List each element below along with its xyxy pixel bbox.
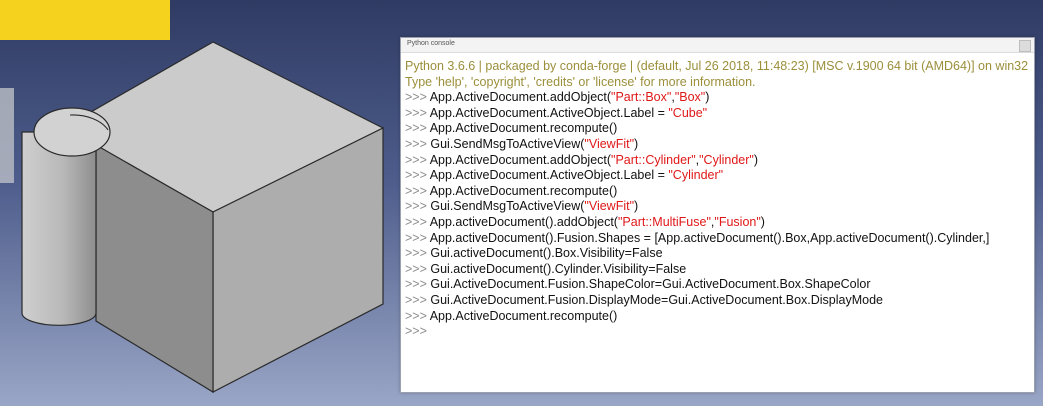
prompt-marker: >>> [405, 168, 430, 183]
code-token: App.ActiveDocument.recompute() [429, 183, 618, 198]
string-literal: "Cube" [668, 105, 708, 120]
console-command-line: >>> App.ActiveDocument.ActiveObject.Labe… [405, 168, 1030, 184]
console-command-line: >>> App.ActiveDocument.addObject("Part::… [405, 153, 1030, 169]
console-command-line: >>> App.ActiveDocument.recompute() [405, 309, 1030, 325]
prompt-marker: >>> [405, 277, 431, 292]
console-output[interactable]: Python 3.6.6 | packaged by conda-forge |… [401, 53, 1034, 340]
code-token: ) [634, 136, 639, 151]
string-literal: "Box" [674, 90, 706, 105]
console-banner-line: Python 3.6.6 | packaged by conda-forge |… [405, 59, 1030, 75]
code-token: Gui.ActiveDocument.Fusion.ShapeColor=Gui… [430, 277, 871, 292]
console-banner-line: Type 'help', 'copyright', 'credits' or '… [405, 75, 1030, 91]
banner-text: Python 3.6.6 | packaged by conda-forge |… [405, 59, 1029, 73]
code-token: App.ActiveDocument.addObject( [429, 152, 612, 167]
code-token: ) [760, 214, 765, 229]
console-command-line: >>> Gui.activeDocument().Cylinder.Visibi… [405, 262, 1030, 278]
code-token: Gui.activeDocument().Box.Visibility=Fals… [430, 246, 663, 261]
code-token: App.ActiveDocument.ActiveObject.Label = [429, 105, 669, 120]
code-token: Gui.activeDocument().Cylinder.Visibility… [430, 261, 687, 276]
code-token: ) [705, 90, 710, 105]
code-token: App.ActiveDocument.recompute() [429, 308, 618, 323]
string-literal: "ViewFit" [584, 199, 635, 214]
string-literal: "Fusion" [714, 214, 761, 229]
prompt-marker: >>> [405, 246, 431, 261]
code-token: ) [634, 199, 639, 214]
console-command-line: >>> Gui.activeDocument().Box.Visibility=… [405, 246, 1030, 262]
code-token: App.activeDocument().addObject( [429, 214, 618, 229]
string-literal: "Part::MultiFuse" [617, 214, 711, 229]
console-command-line: >>> App.ActiveDocument.addObject("Part::… [405, 90, 1030, 106]
string-literal: "Part::Cylinder" [611, 152, 696, 167]
prompt-marker: >>> [405, 199, 431, 214]
code-token: Gui.SendMsgToActiveView( [430, 136, 585, 151]
prompt-marker: >>> [405, 261, 431, 276]
prompt-marker: >>> [405, 292, 431, 307]
code-token: App.activeDocument().Fusion.Shapes = [Ap… [429, 230, 990, 245]
fused-solid-model[interactable] [0, 0, 400, 406]
code-token: App.ActiveDocument.addObject( [429, 90, 612, 105]
console-title: Python console [407, 40, 455, 47]
close-icon[interactable] [1019, 40, 1031, 52]
prompt-marker: >>> [405, 214, 430, 229]
prompt-marker: >>> [405, 183, 430, 198]
code-token: ) [753, 152, 759, 167]
banner-text: Type 'help', 'copyright', 'credits' or '… [405, 74, 756, 89]
prompt-marker: >>> [405, 121, 430, 136]
python-console[interactable]: Python console Python 3.6.6 | packaged b… [400, 37, 1035, 393]
console-command-line: >>> App.activeDocument().Fusion.Shapes =… [405, 231, 1030, 247]
console-command-line: >>> Gui.ActiveDocument.Fusion.ShapeColor… [405, 277, 1030, 293]
prompt-marker: >>> [405, 105, 430, 120]
code-token: App.ActiveDocument.recompute() [429, 121, 618, 136]
prompt-marker: >>> [405, 308, 430, 323]
string-literal: "Cylinder" [668, 168, 724, 183]
console-command-line: >>> App.activeDocument().addObject("Part… [405, 215, 1030, 231]
code-token: App.ActiveDocument.ActiveObject.Label = [429, 168, 669, 183]
prompt-marker: >>> [405, 136, 431, 151]
prompt-marker: >>> [405, 152, 430, 167]
console-command-line: >>> [405, 324, 1030, 340]
console-command-line: >>> Gui.ActiveDocument.Fusion.DisplayMod… [405, 293, 1030, 309]
prompt-marker: >>> [405, 90, 430, 105]
code-token: Gui.SendMsgToActiveView( [430, 199, 585, 214]
prompt-marker: >>> [405, 324, 431, 339]
code-token: Gui.ActiveDocument.Fusion.DisplayMode=Gu… [430, 292, 883, 307]
cylinder-body [21, 131, 97, 326]
console-command-line: >>> App.ActiveDocument.ActiveObject.Labe… [405, 106, 1030, 122]
string-literal: "Cylinder" [699, 152, 754, 167]
prompt-marker: >>> [405, 230, 430, 245]
string-literal: "ViewFit" [584, 136, 635, 151]
console-command-line: >>> App.ActiveDocument.recompute() [405, 121, 1030, 137]
console-command-line: >>> Gui.SendMsgToActiveView("ViewFit") [405, 199, 1030, 215]
string-literal: "Part::Box" [611, 90, 672, 105]
console-command-line: >>> Gui.SendMsgToActiveView("ViewFit") [405, 137, 1030, 153]
console-titlebar[interactable]: Python console [401, 38, 1034, 53]
3d-viewport[interactable]: Python console Python 3.6.6 | packaged b… [0, 0, 1043, 406]
console-command-line: >>> App.ActiveDocument.recompute() [405, 184, 1030, 200]
